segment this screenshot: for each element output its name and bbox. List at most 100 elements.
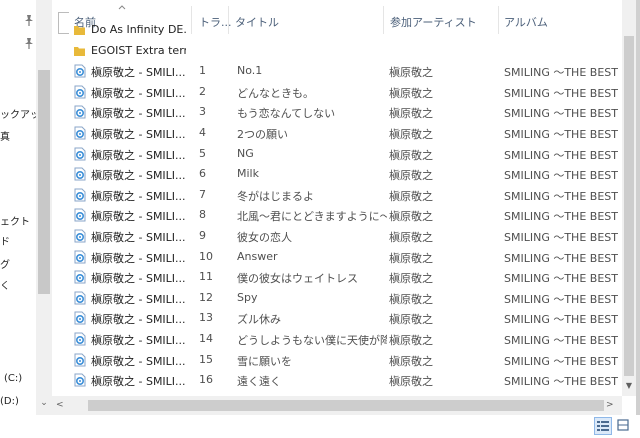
nav-item-documents[interactable]: ド — [0, 233, 10, 248]
details-view-button[interactable] — [594, 417, 612, 435]
file-row[interactable]: 槇原敬之 - SMILI... 9 彼女の恋人 槇原敬之 SMILING ～THE BE… — [52, 226, 622, 247]
vertical-scrollbar[interactable]: ▼ — [622, 0, 636, 396]
track-artist: 槇原敬之 — [389, 148, 433, 162]
file-name: 槇原敬之 - SMILI... — [91, 86, 186, 100]
track-title: Spy — [237, 290, 258, 304]
chevron-down-icon[interactable]: ⌄ — [39, 398, 49, 408]
audio-file-icon — [73, 126, 86, 140]
audio-file-icon — [73, 311, 86, 325]
track-album: SMILING ～THE BEST ... — [504, 128, 622, 141]
file-row[interactable]: 槇原敬之 - SMILI... 5 NG 槇原敬之 SMILING ～THE BEST … — [52, 144, 622, 165]
chevron-left-icon[interactable]: < — [56, 399, 66, 411]
nav-item-drive-d[interactable]: (D:) — [0, 396, 19, 407]
details-view-icon — [597, 421, 609, 431]
file-row[interactable]: 槇原敬之 - SMILI... 10 Answer 槇原敬之 SMILING ～THE … — [52, 247, 622, 268]
track-number: 11 — [199, 270, 213, 284]
file-row[interactable]: 槇原敬之 - SMILI... 14 どうしようもない僕に天使が降... 槇原敬之 SM… — [52, 329, 622, 350]
track-title: 遠く遠く — [237, 375, 281, 389]
horizontal-scrollbar-thumb[interactable] — [88, 400, 604, 411]
vertical-scrollbar-thumb[interactable] — [624, 36, 634, 376]
audio-file-icon — [73, 85, 86, 99]
track-album: SMILING ～THE BEST ... — [504, 86, 622, 100]
file-row[interactable]: 槇原敬之 - SMILI... 3 もう恋なんてしない 槇原敬之 SMILING ～TH… — [52, 102, 622, 123]
track-artist: 槇原敬之 — [389, 272, 433, 286]
file-row[interactable]: 槇原敬之 - SMILI... 15 雪に願いを 槇原敬之 SMILING ～THE B… — [52, 350, 622, 371]
file-name: 槇原敬之 - SMILI... — [91, 251, 186, 265]
nav-item-drive-c[interactable]: (C:) — [4, 373, 22, 384]
pin-icon[interactable] — [22, 36, 36, 50]
track-artist: 槇原敬之 — [389, 334, 433, 347]
file-row[interactable]: 槇原敬之 - SMILI... 2 どんなときも。 槇原敬之 SMILING ～THE … — [52, 82, 622, 103]
file-row[interactable]: 槇原敬之 - SMILI... 7 冬がはじまるよ 槇原敬之 SMILING ～THE … — [52, 185, 622, 206]
audio-file-icon — [73, 229, 86, 243]
track-artist: 槇原敬之 — [389, 169, 433, 183]
track-number: 2 — [199, 84, 206, 98]
folder-icon — [73, 23, 86, 37]
track-title: Answer — [237, 249, 278, 263]
horizontal-scrollbar[interactable]: < > — [52, 396, 622, 415]
nav-item-photos[interactable]: 真 — [0, 128, 10, 143]
file-name: 槇原敬之 - SMILI... — [91, 148, 186, 162]
track-artist: 槇原敬之 — [389, 128, 433, 141]
track-artist: 槇原敬之 — [389, 375, 433, 389]
file-row[interactable]: 槇原敬之 - SMILI... 11 僕の彼女はウェイトレス 槇原敬之 SMILING … — [52, 267, 622, 288]
track-artist: 槇原敬之 — [389, 66, 433, 80]
audio-file-icon — [73, 353, 86, 367]
track-album: SMILING ～THE BEST ... — [504, 251, 622, 265]
track-album: SMILING ～THE BEST ... — [504, 66, 622, 80]
nav-item-backup[interactable]: ックアップ — [0, 106, 36, 121]
track-number: 4 — [199, 126, 206, 139]
track-title: Milk — [237, 167, 259, 181]
file-name: EGOIST Extra terr... — [91, 43, 186, 57]
track-title: NG — [237, 146, 254, 160]
chevron-down-icon[interactable]: ▼ — [624, 381, 634, 391]
track-artist: 槇原敬之 — [389, 86, 433, 100]
track-album: SMILING ～THE BEST ... — [504, 169, 622, 183]
track-artist: 槇原敬之 — [389, 210, 433, 224]
file-row[interactable]: 槇原敬之 - SMILI... 8 北風～君にとどきますように～ 槇原敬之 SMILIN… — [52, 205, 622, 226]
navigation-scrollbar-thumb[interactable] — [38, 70, 50, 294]
track-title: ズル休み — [237, 313, 281, 327]
file-name: 槇原敬之 - SMILI... — [91, 107, 186, 121]
nav-item-other[interactable]: く — [0, 277, 10, 292]
audio-file-icon — [73, 250, 86, 264]
track-number: 5 — [199, 146, 206, 160]
file-name: 槇原敬之 - SMILI... — [91, 189, 186, 203]
file-row[interactable]: 槇原敬之 - SMILI... 4 2つの願い 槇原敬之 SMILING ～THE BE… — [52, 123, 622, 144]
file-row[interactable]: 槇原敬之 - SMILI... 1 No.1 槇原敬之 SMILING ～THE BES… — [52, 61, 622, 82]
track-album: SMILING ～THE BEST ... — [504, 148, 622, 162]
audio-file-icon — [73, 64, 86, 78]
track-number: 13 — [199, 311, 213, 325]
track-title: 北風～君にとどきますように～ — [237, 210, 387, 224]
pin-icon[interactable] — [22, 13, 36, 27]
track-album: SMILING ～THE BEST ... — [504, 210, 622, 224]
file-row[interactable]: 槇原敬之 - SMILI... 12 Spy 槇原敬之 SMILING ～THE BES… — [52, 288, 622, 309]
folder-row[interactable]: EGOIST Extra terr... — [52, 41, 622, 62]
file-row[interactable]: 槇原敬之 - SMILI... 16 遠く遠く 槇原敬之 SMILING ～THE BE… — [52, 370, 622, 391]
nav-item-downloads[interactable]: グ — [0, 256, 10, 271]
track-album: SMILING ～THE BEST ... — [504, 375, 622, 389]
file-row[interactable]: 槇原敬之 - SMILI... 13 ズル休み 槇原敬之 SMILING ～THE BE… — [52, 308, 622, 329]
file-name: 槇原敬之 - SMILI... — [91, 313, 186, 327]
chevron-right-icon[interactable]: > — [606, 399, 616, 411]
track-title: 彼女の恋人 — [237, 231, 292, 244]
file-name: 槇原敬之 - SMILI... — [91, 66, 186, 80]
window-edge — [636, 0, 640, 438]
track-number: 12 — [199, 290, 213, 304]
file-name: Do As Infinity DE... — [91, 23, 186, 36]
file-name: 槇原敬之 - SMILI... — [91, 272, 186, 286]
nav-item-objects[interactable]: ェクト — [0, 213, 30, 228]
track-artist: 槇原敬之 — [389, 354, 433, 368]
file-row[interactable]: 槇原敬之 - SMILI... 6 Milk 槇原敬之 SMILING ～THE BES… — [52, 164, 622, 185]
audio-file-icon — [73, 167, 86, 181]
status-bar — [0, 415, 640, 438]
folder-icon — [73, 44, 86, 58]
audio-file-icon — [73, 373, 86, 387]
track-artist: 槇原敬之 — [389, 231, 433, 244]
navigation-scrollbar[interactable]: ⌄ — [36, 0, 52, 415]
folder-row[interactable]: Do As Infinity DE... — [52, 20, 622, 41]
track-number: 1 — [199, 64, 206, 78]
file-name: 槇原敬之 - SMILI... — [91, 210, 186, 224]
large-icons-view-button[interactable] — [615, 417, 633, 435]
track-title: 冬がはじまるよ — [237, 189, 314, 203]
